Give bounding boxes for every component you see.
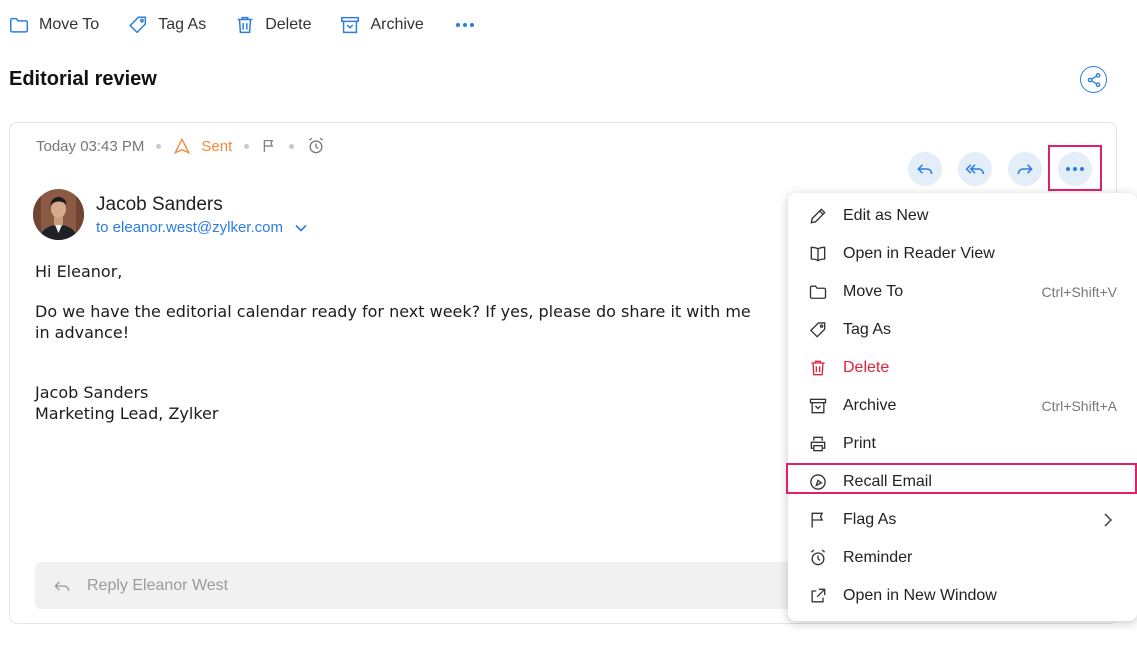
sender-name: Jacob Sanders xyxy=(96,194,223,215)
signature-name: Jacob Sanders xyxy=(35,383,149,402)
chevron-right-icon xyxy=(1104,513,1113,527)
menu-item-label: Archive xyxy=(843,397,897,414)
reply-button[interactable] xyxy=(908,152,942,186)
tag-as-button[interactable]: Tag As xyxy=(127,14,206,36)
menu-item-label: Open in Reader View xyxy=(843,245,995,262)
menu-item-print[interactable]: Print xyxy=(788,425,1137,463)
menu-item-label: Edit as New xyxy=(843,207,929,224)
menu-item-tag-as[interactable]: Tag As xyxy=(788,311,1137,349)
reply-icon xyxy=(917,164,933,175)
folder-icon xyxy=(10,17,28,33)
body-line: in advance! xyxy=(35,323,130,342)
separator-dot xyxy=(156,143,162,149)
tag-icon xyxy=(129,16,147,34)
menu-item-label: Reminder xyxy=(843,549,913,566)
share-icon xyxy=(1087,72,1100,87)
reply-all-button[interactable] xyxy=(958,152,992,186)
body-line: Do we have the editorial calendar ready … xyxy=(35,302,751,321)
reply-placeholder: Reply Eleanor West xyxy=(87,576,229,594)
reply-all-icon xyxy=(965,164,985,175)
menu-item-edit-as-new[interactable]: Edit as New xyxy=(788,197,1137,235)
menu-item-label: Delete xyxy=(843,359,890,376)
menu-item-delete[interactable]: Delete xyxy=(788,349,1137,387)
archive-label: Archive xyxy=(370,16,424,33)
folder-icon xyxy=(807,281,829,303)
separator-dot xyxy=(289,143,295,149)
tag-icon xyxy=(807,319,829,341)
menu-item-label: Tag As xyxy=(843,321,892,338)
recall-email-highlight xyxy=(786,463,1137,494)
menu-item-label: Open in New Window xyxy=(843,587,997,604)
menu-item-shortcut: Ctrl+Shift+A xyxy=(1041,398,1117,414)
avatar xyxy=(33,189,84,240)
menu-item-shortcut: Ctrl+Shift+V xyxy=(1041,284,1117,300)
more-actions-menu: Edit as New Open in Reader View Move To … xyxy=(788,193,1137,621)
email-body: Hi Eleanor, Do we have the editorial cal… xyxy=(35,261,795,424)
move-to-label: Move To xyxy=(39,16,100,33)
printer-icon xyxy=(807,433,829,455)
archive-button[interactable]: Archive xyxy=(339,14,424,36)
tag-as-label: Tag As xyxy=(158,16,207,33)
delete-button[interactable]: Delete xyxy=(234,14,311,36)
trash-icon xyxy=(807,357,829,379)
flag-icon xyxy=(807,509,829,531)
move-to-button[interactable]: Move To xyxy=(8,14,99,36)
menu-item-flag-as[interactable]: Flag As xyxy=(788,501,1137,539)
alarm-icon xyxy=(807,547,829,569)
sent-status: Sent xyxy=(173,137,232,155)
menu-item-label: Move To xyxy=(843,283,904,300)
more-horizontal-icon[interactable] xyxy=(455,14,474,36)
flag-icon[interactable] xyxy=(261,138,277,154)
alarm-icon[interactable] xyxy=(306,136,326,156)
chevron-down-icon xyxy=(295,224,307,232)
top-toolbar: Move To Tag As Delete Archive xyxy=(0,0,474,50)
pencil-icon xyxy=(807,205,829,227)
body-greeting: Hi Eleanor, xyxy=(35,262,123,281)
menu-item-label: Flag As xyxy=(843,511,897,528)
archive-icon xyxy=(807,395,829,417)
separator-dot xyxy=(244,143,250,149)
trash-icon xyxy=(237,16,253,34)
email-meta: Today 03:43 PM Sent xyxy=(36,136,326,156)
menu-item-open-in-new-window[interactable]: Open in New Window xyxy=(788,577,1137,615)
forward-icon xyxy=(1017,164,1033,175)
menu-item-archive[interactable]: Archive Ctrl+Shift+A xyxy=(788,387,1137,425)
sent-icon xyxy=(174,137,191,155)
forward-button[interactable] xyxy=(1008,152,1042,186)
archive-icon xyxy=(341,16,360,34)
menu-item-reminder[interactable]: Reminder xyxy=(788,539,1137,577)
signature-title: Marketing Lead, Zylker xyxy=(35,404,219,423)
external-link-icon xyxy=(807,585,829,607)
menu-item-move-to[interactable]: Move To Ctrl+Shift+V xyxy=(788,273,1137,311)
menu-item-label: Print xyxy=(843,435,876,452)
reply-icon xyxy=(54,580,70,591)
sent-label: Sent xyxy=(201,137,233,155)
delete-label: Delete xyxy=(265,16,312,33)
book-icon xyxy=(807,243,829,265)
menu-item-open-in-reader-view[interactable]: Open in Reader View xyxy=(788,235,1137,273)
reply-input[interactable]: Reply Eleanor West xyxy=(35,562,805,609)
email-time: Today 03:43 PM xyxy=(36,137,145,155)
recipient-label: to eleanor.west@zylker.com xyxy=(96,219,283,236)
email-subject: Editorial review xyxy=(9,68,157,90)
more-actions-button[interactable] xyxy=(1058,152,1092,186)
share-button[interactable] xyxy=(1080,66,1107,93)
recipient-toggle[interactable]: to eleanor.west@zylker.com xyxy=(96,219,307,236)
